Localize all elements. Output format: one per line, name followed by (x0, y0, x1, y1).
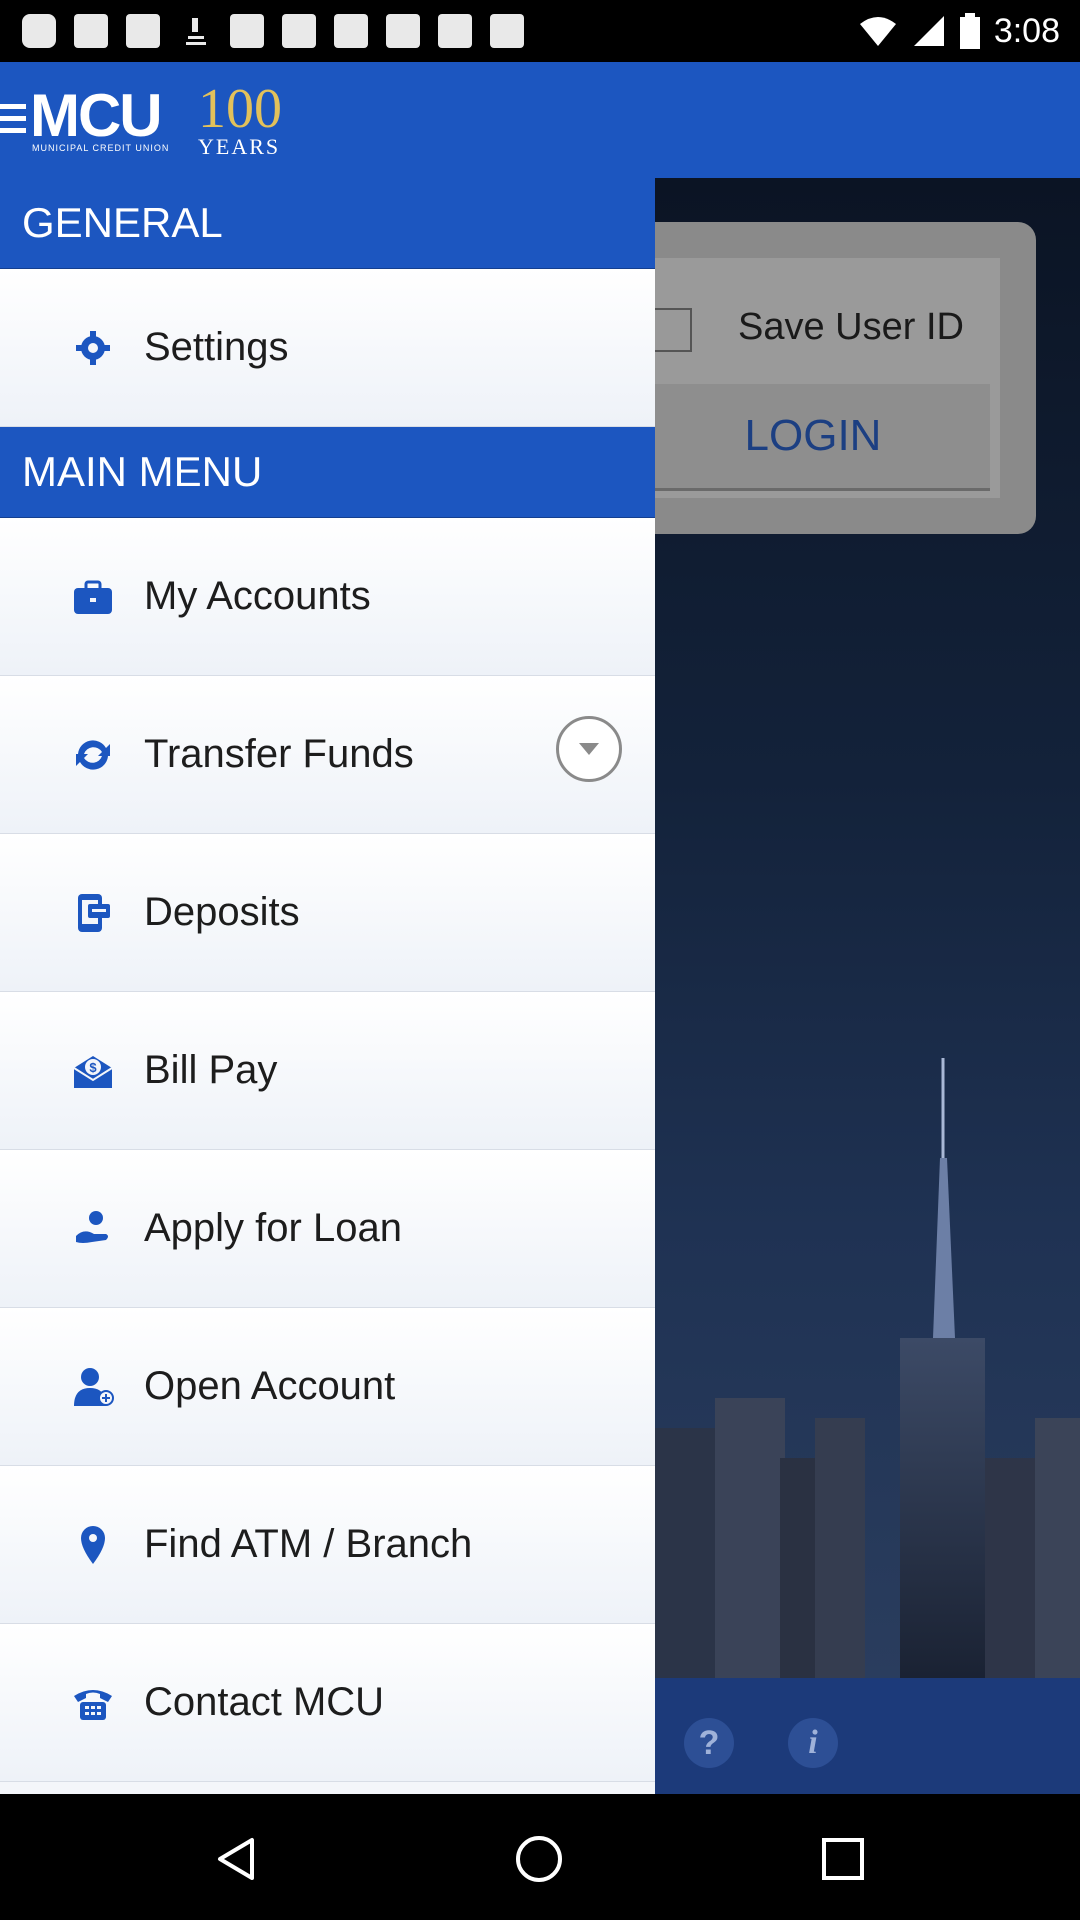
facebook-notification-icon (74, 14, 108, 48)
phone-icon (74, 1690, 112, 1720)
wifi-icon (859, 17, 896, 46)
gear-icon (76, 331, 110, 365)
menu-item-label: Find ATM / Branch (144, 1522, 473, 1566)
menu-item-settings[interactable]: Settings (0, 269, 655, 427)
menu-item-apply-for-loan[interactable]: Apply for Loan (0, 1150, 655, 1308)
notification-icon (334, 14, 368, 48)
anniversary-word: YEARS (198, 134, 281, 159)
menu-item-deposits[interactable]: Deposits (0, 834, 655, 992)
clock: 3:08 (993, 12, 1060, 50)
save-user-id-label: Save User ID (738, 306, 964, 348)
back-icon[interactable] (212, 1834, 262, 1884)
home-icon[interactable] (514, 1834, 564, 1884)
help-icon[interactable]: ? (684, 1718, 734, 1768)
map-pin-icon (81, 1526, 105, 1564)
recent-apps-icon[interactable] (818, 1834, 868, 1884)
notification-icons (22, 14, 524, 48)
skyline-image (655, 1058, 1080, 1678)
navigation-drawer: GENERAL Settings MAIN MENU My Accounts T… (0, 178, 655, 1794)
add-user-icon (74, 1368, 114, 1406)
menu-item-label: Settings (144, 325, 289, 369)
microscope-notification-icon (178, 14, 212, 48)
menu-item-label: Contact MCU (144, 1680, 385, 1724)
refresh-icon (76, 740, 110, 770)
menu-item-contact-mcu[interactable]: Contact MCU (0, 1624, 655, 1782)
menu-item-bill-pay[interactable]: $ Bill Pay (0, 992, 655, 1150)
hand-money-icon (76, 1211, 108, 1243)
menu-item-label: My Accounts (144, 574, 371, 618)
battery-icon (959, 13, 980, 49)
envelope-dollar-icon: $ (73, 1056, 113, 1088)
menu-item-label: Deposits (144, 890, 300, 934)
status-bar: 3:08 (0, 0, 1080, 62)
app-header: MCU MUNICIPAL CREDIT UNION 100 YEARS (0, 62, 1080, 178)
chevron-down-icon (579, 743, 599, 755)
menu-item-label: Open Account (144, 1364, 396, 1408)
info-icon[interactable]: i (788, 1718, 838, 1768)
notification-icon (282, 14, 316, 48)
notification-icon (126, 14, 160, 48)
notification-icon (490, 14, 524, 48)
main-menu-header: MAIN MENU (0, 427, 655, 518)
notification-icon (230, 14, 264, 48)
menu-icon[interactable] (0, 104, 26, 140)
briefcase-icon (74, 580, 112, 614)
menu-item-open-account[interactable]: Open Account (0, 1308, 655, 1466)
system-navigation-bar (0, 1794, 1080, 1920)
mcu-logo: MCU (30, 82, 163, 149)
mobile-deposit-icon (78, 894, 110, 932)
login-button[interactable]: LOGIN (636, 384, 990, 491)
menu-item-transfer-funds[interactable]: Transfer Funds (0, 676, 655, 834)
general-header: GENERAL (0, 178, 655, 269)
signal-icon (913, 16, 944, 46)
expand-button[interactable] (556, 716, 622, 782)
system-status: 3:08 (858, 10, 1060, 52)
notification-icon (438, 14, 472, 48)
logo-subtext: MUNICIPAL CREDIT UNION (32, 143, 170, 153)
menu-item-label: Apply for Loan (144, 1206, 402, 1250)
menu-item-label: Bill Pay (144, 1048, 278, 1092)
menu-item-label: Transfer Funds (144, 732, 414, 776)
notification-icon (386, 14, 420, 48)
menu-item-find-atm-branch[interactable]: Find ATM / Branch (0, 1466, 655, 1624)
chat-notification-icon (22, 14, 56, 48)
anniversary-number: 100 (198, 78, 282, 140)
menu-item-my-accounts[interactable]: My Accounts (0, 518, 655, 676)
svg-text:$: $ (89, 1060, 97, 1075)
anniversary-logo: 100 YEARS (198, 78, 302, 160)
